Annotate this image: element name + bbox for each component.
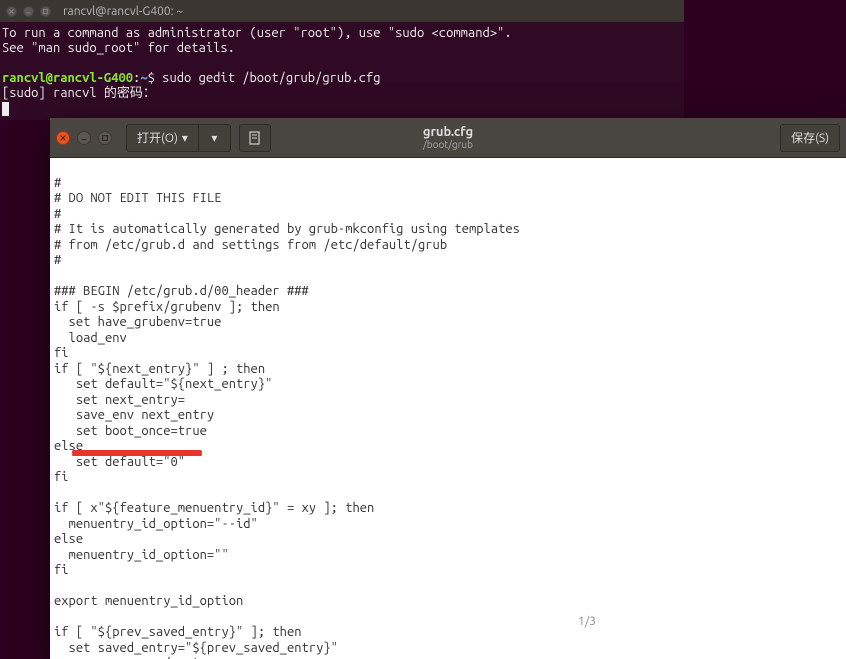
file-line: set default="${next_entry}" <box>54 377 272 391</box>
terminal-body[interactable]: To run a command as administrator (user … <box>0 22 684 120</box>
terminal-prompt-user: rancvl@rancvl-G400 <box>2 71 133 85</box>
page-indicator: 1/3 <box>578 614 596 630</box>
terminal-output-line: See "man sudo_root" for details. <box>2 41 235 55</box>
file-line: set default="0" <box>54 455 185 469</box>
file-line: ### BEGIN /etc/grub.d/00_header ### <box>54 284 309 298</box>
file-line: fi <box>54 346 69 360</box>
terminal-output-line: To run a command as administrator (user … <box>2 26 512 40</box>
annotation-underline <box>72 453 202 456</box>
close-icon[interactable] <box>56 131 70 145</box>
terminal-maximize-icon[interactable] <box>40 6 51 17</box>
new-document-icon <box>248 131 262 145</box>
minimize-icon[interactable] <box>77 131 91 145</box>
terminal-command: sudo gedit /boot/grub/grub.cfg <box>162 71 380 85</box>
file-line: menuentry_id_option="" <box>54 548 229 562</box>
file-line: # <box>54 176 61 190</box>
file-line: # <box>54 253 61 267</box>
terminal-minimize-icon[interactable] <box>23 6 34 17</box>
gedit-text-area[interactable]: # # DO NOT EDIT THIS FILE # # It is auto… <box>50 158 846 659</box>
open-button[interactable]: 打开(O) ▾ <box>126 124 199 152</box>
terminal-cursor <box>2 102 9 116</box>
file-line: save_env next_entry <box>54 408 214 422</box>
file-line: # It is automatically generated by grub-… <box>54 222 520 236</box>
save-button-label: 保存(S) <box>791 129 829 146</box>
gedit-title: grub.cfg /boot/grub <box>423 125 473 150</box>
file-line: if [ -s $prefix/grubenv ]; then <box>54 300 280 314</box>
recent-button[interactable]: ▾ <box>199 124 231 152</box>
new-document-button[interactable] <box>239 124 271 152</box>
terminal-sudo-prompt: [sudo] rancvl 的密码： <box>2 86 156 100</box>
terminal-prompt-symbol: $ <box>148 71 163 85</box>
chevron-down-icon: ▾ <box>211 131 217 145</box>
file-line: if [ x"${feature_menuentry_id}" = xy ]; … <box>54 501 374 515</box>
file-line: # DO NOT EDIT THIS FILE <box>54 191 221 205</box>
gedit-headerbar[interactable]: 打开(O) ▾ ▾ grub.cfg /boot/grub <box>50 118 846 158</box>
file-line: # <box>54 207 61 221</box>
open-button-label: 打开(O) <box>137 129 178 146</box>
file-line: set saved_entry="${prev_saved_entry}" <box>54 641 338 655</box>
file-line: if [ "${next_entry}" ] ; then <box>54 362 265 376</box>
terminal-titlebar[interactable]: rancvl@rancvl-G400: ~ <box>0 0 684 22</box>
file-line: load_env <box>54 331 127 345</box>
gedit-filepath: /boot/grub <box>423 139 473 150</box>
gedit-window: 打开(O) ▾ ▾ grub.cfg /boot/grub <box>50 118 846 659</box>
file-line: fi <box>54 563 69 577</box>
terminal-prompt-path: ~ <box>140 71 147 85</box>
chevron-down-icon: ▾ <box>182 131 188 145</box>
terminal-title: rancvl@rancvl-G400: ~ <box>63 5 183 18</box>
terminal-close-icon[interactable] <box>6 6 17 17</box>
file-line: set have_grubenv=true <box>54 315 221 329</box>
file-line: export menuentry_id_option <box>54 594 243 608</box>
file-line: set boot_once=true <box>54 424 207 438</box>
file-line: # from /etc/grub.d and settings from /et… <box>54 238 447 252</box>
file-line: else <box>54 532 83 546</box>
gedit-filename: grub.cfg <box>423 125 473 139</box>
file-line: set next_entry= <box>54 393 185 407</box>
terminal-window: rancvl@rancvl-G400: ~ To run a command a… <box>0 0 684 120</box>
maximize-icon[interactable] <box>98 131 112 145</box>
file-line: menuentry_id_option="--id" <box>54 517 258 531</box>
file-line: if [ "${prev_saved_entry}" ]; then <box>54 625 302 639</box>
file-line: fi <box>54 470 69 484</box>
save-button[interactable]: 保存(S) <box>780 124 840 152</box>
